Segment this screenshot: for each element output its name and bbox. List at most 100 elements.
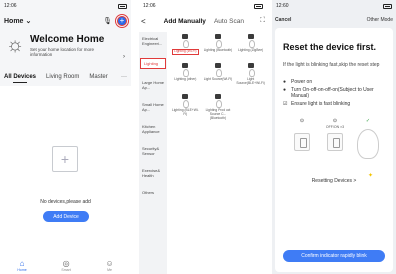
more-icon[interactable]: ··· xyxy=(121,74,127,80)
checkbox-icon: ☑ xyxy=(283,100,288,107)
add-button[interactable]: + xyxy=(115,14,129,28)
welcome-title: Welcome Home xyxy=(30,34,105,45)
device-item[interactable]: Lighting (other) xyxy=(171,62,200,86)
status-bar: 12:60 xyxy=(276,2,392,10)
category-security[interactable]: Security& Sensor xyxy=(139,142,167,164)
toggle-count-label: OFF/ON ×3 xyxy=(325,125,345,129)
smart-icon: ◎ xyxy=(62,258,70,268)
confirm-blink-button[interactable]: Confirm indicator rapidly blink xyxy=(283,250,385,262)
chevron-right-icon: › xyxy=(123,54,125,60)
nav-home[interactable]: ⌂ Home xyxy=(17,259,26,272)
tab-add-manually[interactable]: Add Manually xyxy=(164,18,206,25)
category-sidebar: Electrical Engineeri... Lighting Large H… xyxy=(139,32,167,274)
device-grid: Lighting (Wi-Fi) Lighting (Bluetooth) Li… xyxy=(171,34,265,121)
tab-master[interactable]: Master xyxy=(89,74,107,80)
device-label: Lighting (Bluetooth) xyxy=(203,48,233,52)
chevron-down-icon: ⌄ xyxy=(25,18,32,25)
empty-devices-icon: + xyxy=(52,146,78,172)
step-power-on: ⊙ xyxy=(287,118,317,159)
add-device-button[interactable]: Add Device xyxy=(43,211,89,222)
other-mode-button[interactable]: Other Mode xyxy=(367,17,393,23)
step-text: Ensure light is fast blinking xyxy=(291,100,351,107)
tab-all-devices[interactable]: All Devices xyxy=(4,74,36,83)
device-label: Light Source(Wi-Fi) xyxy=(203,76,233,81)
category-others[interactable]: Others xyxy=(139,186,167,208)
header-actions: 🎙 + xyxy=(103,14,129,28)
battery-icon xyxy=(383,3,392,9)
device-area: + No devices,please add Add Device xyxy=(0,86,131,256)
back-button[interactable]: < xyxy=(141,17,146,26)
user-icon: ☺ xyxy=(105,258,114,268)
reset-screen: 12:60 Cancel Other Mode Reset the device… xyxy=(272,0,396,274)
step-row: ☑ Ensure light is fast blinking xyxy=(283,101,389,108)
category-kitchen[interactable]: Kitchen Appliance xyxy=(139,120,167,142)
welcome-banner[interactable]: ☼ Welcome Home Set your home location fo… xyxy=(4,34,127,64)
battery-icon xyxy=(118,3,127,9)
category-electrical[interactable]: Electrical Engineeri... xyxy=(139,32,167,54)
power-icon: ⊙ xyxy=(299,118,305,124)
home-header: Home ⌄ 🎙 + xyxy=(4,14,129,28)
status-time: 12:60 xyxy=(276,3,289,9)
cancel-button[interactable]: Cancel xyxy=(275,17,291,23)
nav-me[interactable]: ☺ Me xyxy=(105,259,113,272)
sun-icon: ☼ xyxy=(5,34,25,56)
device-item[interactable]: Light Source(BLE+Wi-Fi) xyxy=(236,62,265,86)
reset-illustration: ⊙ ⊙ OFF/ON ×3 ✓ xyxy=(287,118,383,159)
step-text: Power on xyxy=(291,79,313,85)
device-label: Lighting Prod uct Source C... (Bluetooth… xyxy=(205,107,231,120)
device-label: Lighting (BLE+Wi-Fi) xyxy=(171,107,199,116)
nav-smart-label: Smart xyxy=(61,267,71,272)
step-toggle: ⊙ OFF/ON ×3 xyxy=(320,118,350,159)
device-item[interactable]: Lighting Prod uct Source C... (Bluetooth… xyxy=(204,93,233,121)
category-exercise[interactable]: Exercise& Health xyxy=(139,164,167,186)
add-device-screen: 12:06 < Add Manually Auto Scan ⛶ Electri… xyxy=(139,0,267,274)
device-item[interactable]: Lighting (ZigBee) xyxy=(236,34,265,55)
home-label: Home xyxy=(4,17,24,25)
step-text: Turn On-off-on-off-on(Subject to User Ma… xyxy=(291,86,374,100)
tab-auto-scan[interactable]: Auto Scan xyxy=(214,18,244,25)
device-label: Lighting (ZigBee) xyxy=(238,48,264,52)
status-bar: 12:06 xyxy=(143,2,263,10)
room-tabs: All Devices Living Room Master ··· xyxy=(4,71,127,83)
home-icon: ⌂ xyxy=(19,258,25,268)
bulb-icon xyxy=(180,93,190,108)
bulb-icon xyxy=(246,34,256,48)
step-blinking: ✓ xyxy=(353,118,383,159)
category-large-home[interactable]: Large Home Ap... xyxy=(139,76,167,98)
home-selector[interactable]: Home ⌄ xyxy=(4,17,32,26)
device-item[interactable]: Lighting (Bluetooth) xyxy=(204,34,233,55)
bulb-icon xyxy=(213,62,223,77)
bulb-icon xyxy=(213,34,223,48)
device-label: Light Source(BLE+Wi-Fi) xyxy=(236,76,265,85)
bullet-icon: ● xyxy=(283,79,287,85)
status-bar: 12:06 xyxy=(4,2,127,10)
category-lighting[interactable]: Lighting xyxy=(140,58,166,69)
chevron-right-icon: > xyxy=(353,178,357,184)
bulb-icon xyxy=(180,34,190,48)
microphone-icon[interactable]: 🎙 xyxy=(103,17,112,25)
device-item[interactable]: Light Source(Wi-Fi) xyxy=(203,62,233,86)
bullet-icon: ● xyxy=(283,86,287,93)
category-small-home[interactable]: Small Home Ap... xyxy=(139,98,167,120)
reset-title: Reset the device first. xyxy=(283,42,377,52)
device-item[interactable]: Lighting (Wi-Fi) xyxy=(171,34,200,55)
device-label: Lighting (Wi-Fi) xyxy=(172,49,199,55)
nav-home-label: Home xyxy=(17,267,27,272)
tab-living-room[interactable]: Living Room xyxy=(46,74,79,80)
reset-card: Reset the device first. If the light is … xyxy=(275,28,393,272)
bulb-icon xyxy=(357,129,379,159)
battery-icon xyxy=(254,3,263,9)
welcome-text: Welcome Home Set your home location for … xyxy=(30,34,110,58)
nav-smart[interactable]: ◎ Smart xyxy=(61,259,70,272)
switch-icon xyxy=(294,133,310,151)
bulb-icon xyxy=(213,93,223,108)
device-item[interactable]: Lighting (BLE+Wi-Fi) xyxy=(171,93,200,121)
switch-icon xyxy=(327,133,343,151)
check-icon: ✓ xyxy=(365,118,371,124)
bulb-icon xyxy=(246,62,256,77)
reset-steps-list: ● Power on ● Turn On-off-on-off-on(Subje… xyxy=(283,79,389,108)
empty-devices-text: No devices,please add xyxy=(40,199,91,205)
device-label: Lighting (other) xyxy=(174,76,197,81)
scan-icon[interactable]: ⛶ xyxy=(260,17,265,25)
resetting-devices-link[interactable]: Resetting Devices > xyxy=(275,178,393,184)
